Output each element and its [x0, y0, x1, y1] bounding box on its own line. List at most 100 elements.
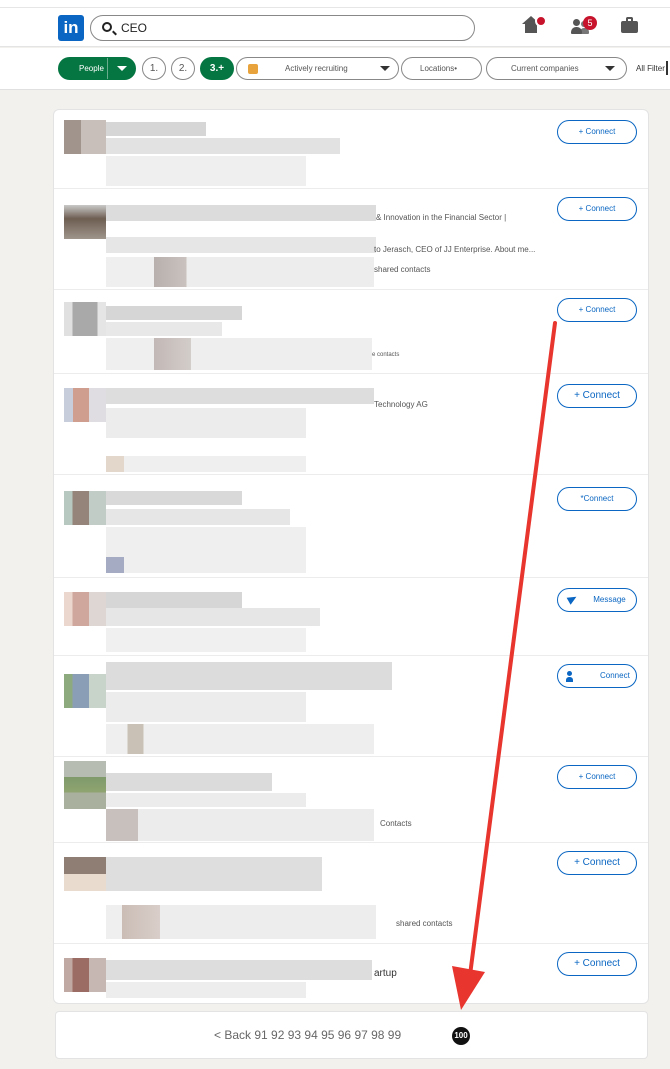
top-divider — [0, 7, 670, 8]
blurred-name — [106, 388, 374, 404]
blurred-shared-avatars — [106, 257, 374, 287]
result-item[interactable]: *Connect — [54, 475, 648, 578]
shared-contacts-text: Contacts — [380, 819, 412, 828]
network-notification-badge: 5 — [583, 16, 597, 30]
linkedin-logo[interactable]: in — [58, 15, 84, 41]
actively-recruiting-filter[interactable]: Actively recruiting — [236, 57, 399, 80]
search-filter-bar: People 1. 2. 3.+ Actively recruiting Loc… — [0, 48, 670, 90]
blurred-headline — [106, 509, 290, 525]
locations-filter[interactable]: Locations• — [401, 57, 482, 80]
blurred-details — [106, 527, 306, 557]
blurred-name — [106, 662, 392, 690]
search-results-list: + Connect & Innovation in the Financial … — [53, 109, 649, 1004]
blurred-shared-avatars — [106, 338, 372, 370]
pagination: < Back 91 92 93 94 95 96 97 98 99 100 — [55, 1011, 648, 1059]
result-item[interactable]: shared contacts + Connect — [54, 843, 648, 944]
blurred-summary — [106, 237, 376, 253]
blurred-name — [106, 857, 322, 891]
connect-button[interactable]: Connect — [557, 664, 637, 688]
connect-button[interactable]: + Connect — [557, 851, 637, 875]
chevron-down-icon — [380, 66, 390, 71]
blurred-shared-avatars — [106, 809, 374, 841]
blurred-headline — [106, 692, 306, 722]
current-page-marker[interactable]: 100 — [452, 1027, 470, 1045]
shared-contacts-text: shared contacts — [374, 265, 431, 274]
all-filters-button[interactable]: All Filter — [636, 64, 665, 73]
pagination-pages[interactable]: < Back 91 92 93 94 95 96 97 98 99 — [214, 1028, 401, 1042]
blurred-headline — [106, 982, 306, 998]
result-item[interactable]: + Connect — [54, 110, 648, 189]
blurred-headline — [106, 608, 320, 626]
result-item[interactable]: e contacts + Connect — [54, 290, 648, 374]
blurred-details — [106, 156, 306, 186]
result-headline: & Innovation in the Financial Sector | — [376, 213, 507, 222]
blurred-name — [106, 306, 242, 320]
blurred-name — [106, 592, 242, 608]
shared-contacts-text: e contacts — [372, 352, 400, 358]
locations-label: Locations• — [420, 64, 458, 73]
blurred-details — [106, 628, 306, 652]
jobs-icon[interactable] — [620, 16, 642, 36]
top-navigation-bar: in CEO 5 — [0, 0, 670, 47]
blurred-avatar — [64, 205, 106, 239]
connect-button[interactable]: + Connect — [557, 197, 637, 221]
blurred-avatar — [64, 302, 106, 336]
blurred-shared-avatars — [106, 724, 374, 754]
blurred-name — [106, 122, 206, 136]
connect-button[interactable]: + Connect — [557, 952, 637, 976]
add-person-icon — [566, 671, 573, 682]
search-value: CEO — [121, 21, 148, 35]
current-companies-label: Current companies — [511, 64, 579, 73]
connect-button[interactable]: + Connect — [557, 298, 637, 322]
result-item[interactable]: Technology AG + Connect — [54, 374, 648, 475]
blurred-name — [106, 773, 272, 791]
blurred-headline — [106, 793, 306, 807]
chevron-down-icon — [605, 66, 615, 71]
connect-button-label: Connect — [600, 671, 630, 680]
first-degree-filter[interactable]: 1. — [142, 57, 166, 80]
connect-button[interactable]: + Connect — [557, 120, 637, 144]
result-item[interactable]: Message — [54, 578, 648, 656]
home-notification-dot — [535, 15, 547, 27]
blurred-avatar — [64, 761, 106, 809]
blurred-shared-avatars — [106, 456, 306, 472]
second-degree-filter[interactable]: 2. — [171, 57, 195, 80]
blurred-details — [106, 408, 306, 438]
blurred-headline — [106, 138, 340, 154]
result-headline: Technology AG — [374, 400, 428, 409]
result-item[interactable]: Contacts + Connect — [54, 757, 648, 843]
recruiting-icon — [248, 64, 258, 74]
blurred-headline — [106, 322, 222, 336]
result-summary: to Jerasch, CEO of JJ Enterprise. About … — [374, 245, 536, 254]
third-degree-filter[interactable]: 3.+ — [200, 57, 234, 80]
blurred-avatar — [64, 120, 106, 154]
people-filter-label: People — [79, 64, 104, 73]
connect-button[interactable]: + Connect — [557, 765, 637, 789]
connect-button[interactable]: + Connect — [557, 384, 637, 408]
connect-button[interactable]: *Connect — [557, 487, 637, 511]
people-filter-button[interactable]: People — [58, 57, 136, 80]
result-item[interactable]: artup + Connect — [54, 944, 648, 1003]
result-item[interactable]: Connect — [54, 656, 648, 757]
message-button[interactable]: Message — [557, 588, 637, 612]
blurred-avatar — [64, 388, 106, 422]
blurred-avatar — [64, 857, 106, 891]
current-companies-filter[interactable]: Current companies — [486, 57, 627, 80]
blurred-shared-avatars — [106, 905, 376, 939]
result-headline: artup — [374, 968, 397, 979]
blurred-avatar — [64, 958, 106, 992]
blurred-shared-avatars — [106, 557, 306, 573]
message-button-label: Message — [593, 595, 626, 604]
result-item[interactable]: & Innovation in the Financial Sector | t… — [54, 189, 648, 290]
actively-recruiting-label: Actively recruiting — [285, 64, 348, 73]
blurred-name — [106, 205, 376, 221]
chevron-down-icon — [117, 66, 127, 71]
blurred-name — [106, 960, 372, 980]
blurred-avatar — [64, 491, 106, 525]
search-input[interactable]: CEO — [90, 15, 475, 41]
blurred-name — [106, 491, 242, 505]
send-icon — [566, 593, 579, 605]
shared-contacts-text: shared contacts — [396, 919, 453, 928]
blurred-avatar — [64, 592, 106, 626]
all-filters-divider — [666, 61, 668, 75]
